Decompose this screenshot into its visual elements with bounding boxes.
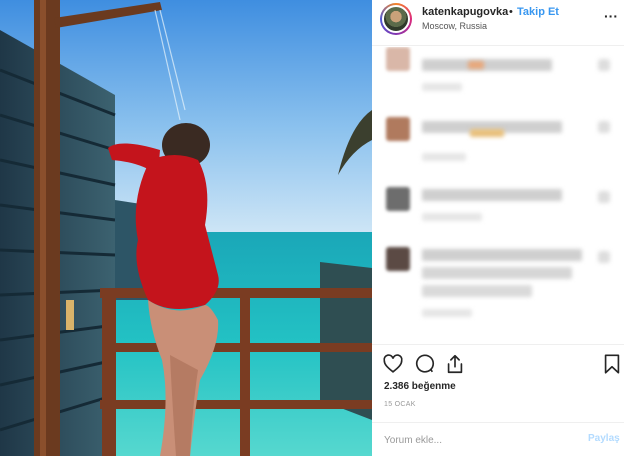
list-item xyxy=(372,47,624,97)
follow-button[interactable]: Takip Et xyxy=(517,6,559,18)
post-actions: 2.386 beğenme 15 OCAK xyxy=(372,344,624,408)
blurred-emoji xyxy=(470,129,504,137)
blurred-meta xyxy=(422,213,482,221)
heart-icon[interactable] xyxy=(382,353,404,375)
blurred-comment xyxy=(422,59,552,71)
comment-form: Paylaş xyxy=(372,422,624,456)
location-link[interactable]: Moscow, Russia xyxy=(422,21,487,31)
commenter-avatar xyxy=(386,117,410,141)
comment-heart-icon[interactable] xyxy=(598,59,610,71)
username-link[interactable]: katenkapugovka xyxy=(422,6,508,18)
commenter-avatar xyxy=(386,247,410,271)
list-item xyxy=(372,185,624,235)
more-options-icon[interactable]: ··· xyxy=(604,8,618,24)
comment-heart-icon[interactable] xyxy=(598,251,610,263)
post-header: katenkapugovka • Takip Et Moscow, Russia… xyxy=(372,0,624,46)
commenter-avatar xyxy=(386,47,410,71)
post-photo[interactable] xyxy=(0,0,372,456)
comment-heart-icon[interactable] xyxy=(598,121,610,133)
post-date: 15 OCAK xyxy=(384,401,416,408)
comment-heart-icon[interactable] xyxy=(598,191,610,203)
blurred-comment xyxy=(422,249,582,261)
post-comment-button[interactable]: Paylaş xyxy=(588,433,620,444)
likes-count[interactable]: 2.386 beğenme xyxy=(384,381,456,392)
blurred-comment xyxy=(422,189,562,201)
blurred-meta xyxy=(422,83,462,91)
separator-dot: • xyxy=(509,6,513,18)
blurred-emoji xyxy=(468,61,484,69)
list-item xyxy=(372,115,624,175)
comments-list xyxy=(372,47,624,343)
post-sidebar: katenkapugovka • Takip Et Moscow, Russia… xyxy=(372,0,624,456)
avatar-image xyxy=(382,5,410,33)
blurred-meta xyxy=(422,309,472,317)
list-item xyxy=(372,245,624,325)
commenter-avatar xyxy=(386,187,410,211)
blurred-meta xyxy=(422,153,466,161)
avatar[interactable] xyxy=(380,3,412,35)
comment-input[interactable] xyxy=(384,432,574,448)
blurred-comment xyxy=(422,285,532,297)
comment-icon[interactable] xyxy=(414,353,436,375)
bookmark-icon[interactable] xyxy=(601,353,623,375)
blurred-comment xyxy=(422,267,572,279)
post-image xyxy=(0,0,372,456)
share-icon[interactable] xyxy=(444,353,466,375)
